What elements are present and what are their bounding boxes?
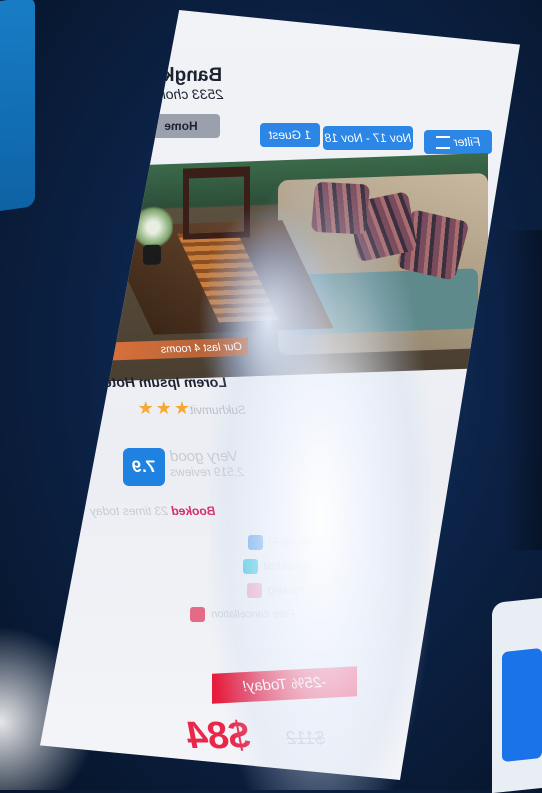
score-summary: Very good 2,519 reviews (170, 448, 330, 479)
hotel-name[interactable]: Lorem Ipsum Hotel (100, 374, 500, 390)
deal-badge: -25% Today! (212, 666, 357, 704)
amenity-label: Breakfast (263, 560, 310, 573)
guests-button[interactable]: 1 Guest (260, 123, 320, 147)
booked-notice: Booked 23 times today (90, 504, 390, 518)
filter-label: Filter (453, 135, 481, 149)
mirrored-content: Bangkok 2533 choices Home 1 Guest Nov 17… (40, 10, 520, 780)
booked-text: 23 times today (90, 504, 172, 518)
amenity-label: Free cancellation (211, 608, 295, 621)
cancel-icon (190, 607, 206, 622)
star-rating: ★★★ (135, 398, 190, 418)
dates-button[interactable]: Nov 17 - Nov 18 (323, 126, 413, 150)
booked-highlight: Booked (171, 504, 216, 518)
background-right-strip (502, 230, 542, 550)
parking-icon (246, 583, 262, 598)
photo-vase (143, 244, 161, 266)
background-right-panel (492, 596, 542, 793)
background-left-panel (0, 0, 35, 214)
photo-plant (133, 204, 173, 251)
amenity-label: Free Wi-Fi (268, 536, 320, 549)
sliders-icon (435, 136, 450, 150)
filter-button[interactable]: Filter (424, 130, 492, 154)
background-right-panel-inner (502, 647, 542, 763)
old-price: $112 (286, 728, 325, 748)
city-name: Bangkok (141, 65, 223, 86)
choices-count: 2533 choices (140, 86, 224, 102)
amenity-label: Parking (267, 584, 305, 597)
app-screen-card: Bangkok 2533 choices Home 1 Guest Nov 17… (40, 10, 520, 780)
amenity-item: Free Wi-Fi (247, 535, 320, 550)
hotel-area: Sukhumvit (190, 403, 247, 417)
score-badge: 7.9 (123, 448, 165, 486)
home-button[interactable]: Home (142, 114, 220, 138)
breakfast-icon (242, 559, 258, 574)
amenity-item: Free cancellation (190, 607, 295, 622)
current-price[interactable]: $84 (187, 715, 250, 758)
amenity-item: Breakfast (242, 559, 310, 574)
wifi-icon (247, 535, 263, 550)
review-count: 2,519 reviews (170, 465, 245, 479)
score-label: Very good (170, 448, 238, 465)
page-title: Bangkok 2533 choices (82, 65, 282, 102)
amenity-item: Parking (246, 583, 305, 598)
